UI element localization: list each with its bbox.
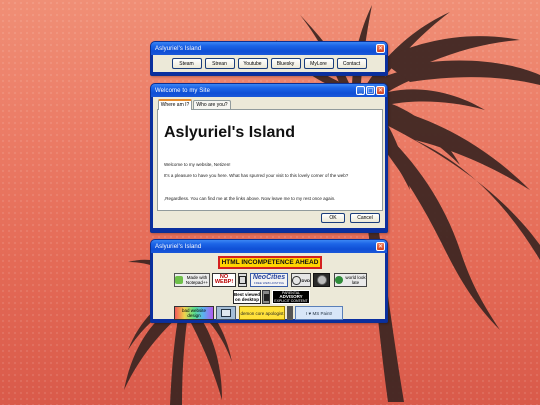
disc-icon [292, 275, 301, 285]
maximize-icon[interactable]: □ [366, 86, 375, 95]
welcome-line: It's a pleasure to have you here. What h… [164, 173, 349, 178]
demon-core-label: demon core apologist [240, 310, 284, 316]
window-body: Where am I? Who are you? Aslyuriel's Isl… [153, 97, 385, 228]
globe-icon [335, 276, 343, 284]
link-bluesky[interactable]: Bluesky [270, 58, 301, 69]
tab-control: Where am I? Who are you? Aslyuriel's Isl… [157, 99, 383, 211]
titlebar[interactable]: Aslyuriel's Island ✕ [151, 42, 387, 55]
buttons-window: Aslyuriel's Island ✕ HTML INCOMPETENCE A… [150, 239, 388, 323]
page-title: Aslyuriel's Island [164, 124, 295, 141]
links-window: Aslyuriel's Island ✕ Steam Strean Youtub… [150, 41, 388, 76]
dvd-button[interactable]: DVD [291, 273, 311, 287]
close-icon[interactable]: ✕ [376, 44, 385, 53]
best-viewed-button[interactable]: Best viewed on desktop [233, 290, 261, 304]
dvd-label: DVD [301, 277, 310, 283]
titlebar[interactable]: Welcome to my Site _ □ ✕ [151, 84, 387, 97]
neocities-sub: FREE WEB HOSTING [253, 281, 285, 285]
small-icon-button[interactable] [238, 273, 247, 287]
window-title: Aslyuriel's Island [155, 45, 202, 52]
pc-button[interactable] [216, 306, 236, 320]
advisory-sub: EXPLICIT CONTENT [274, 299, 308, 303]
notepad-button[interactable]: Made with Notepad++ [174, 273, 210, 287]
cancel-button[interactable]: Cancel [350, 213, 380, 223]
bad-design-button[interactable]: bad website design [174, 306, 214, 320]
minimize-icon[interactable]: _ [356, 86, 365, 95]
no-webp-label: NO WEBP! [214, 274, 234, 285]
neocities-button[interactable]: NeoCities FREE WEB HOSTING [250, 273, 288, 287]
floppy-icon [263, 293, 269, 301]
neocities-label: NeoCities [252, 274, 286, 281]
window-title: Aslyuriel's Island [155, 243, 202, 250]
link-mylore[interactable]: MyLore [303, 58, 334, 69]
close-icon[interactable]: ✕ [376, 242, 385, 251]
notepad-label: Made with Notepad++ [185, 275, 209, 285]
button-gallery: HTML INCOMPETENCE AHEAD Made with Notepa… [153, 253, 385, 320]
world-look-button[interactable]: world look late [334, 273, 367, 287]
ms-paint-label: I ♥ MS Paint! [306, 310, 332, 316]
welcome-line: Welcome to my website, Netizen! [164, 162, 231, 167]
no-webp-button[interactable]: NO WEBP! [212, 273, 236, 287]
best-viewed-label: Best viewed on desktop [234, 292, 261, 302]
demon-core-button[interactable]: demon core apologist [239, 306, 285, 320]
document-icon [239, 276, 246, 284]
ms-paint-button[interactable]: I ♥ MS Paint! [295, 306, 343, 320]
speaker-button[interactable] [313, 273, 330, 287]
welcome-window: Welcome to my Site _ □ ✕ Where am I? Who… [150, 83, 388, 233]
link-strean[interactable]: Strean [204, 58, 235, 69]
computer-icon [221, 309, 231, 317]
notepad-icon [175, 276, 183, 284]
parental-advisory-button[interactable]: PARENTAL ADVISORY EXPLICIT CONTENT [272, 290, 310, 304]
divider-badge [287, 306, 293, 320]
link-contact[interactable]: Contact [336, 58, 367, 69]
ok-button[interactable]: OK [321, 213, 345, 223]
close-icon[interactable]: ✕ [376, 86, 385, 95]
link-steam[interactable]: Steam [171, 58, 202, 69]
window-title: Welcome to my Site [155, 87, 211, 94]
world-look-label: world look late [345, 275, 366, 285]
tab-where-am-i[interactable]: Where am I? [158, 99, 192, 110]
floppy-button[interactable] [262, 290, 270, 304]
speaker-icon [316, 275, 327, 285]
titlebar[interactable]: Aslyuriel's Island ✕ [151, 240, 387, 253]
html-incompetence-banner: HTML INCOMPETENCE AHEAD [218, 256, 322, 269]
link-bar: Steam Strean Youtube Bluesky MyLore Cont… [153, 55, 385, 72]
welcome-line: ,Regardless. You can find me at the link… [164, 196, 336, 201]
tab-panel: Aslyuriel's Island Welcome to my website… [157, 109, 383, 211]
link-youtube[interactable]: Youtube [237, 58, 268, 69]
bad-design-label: bad website design [181, 308, 207, 318]
